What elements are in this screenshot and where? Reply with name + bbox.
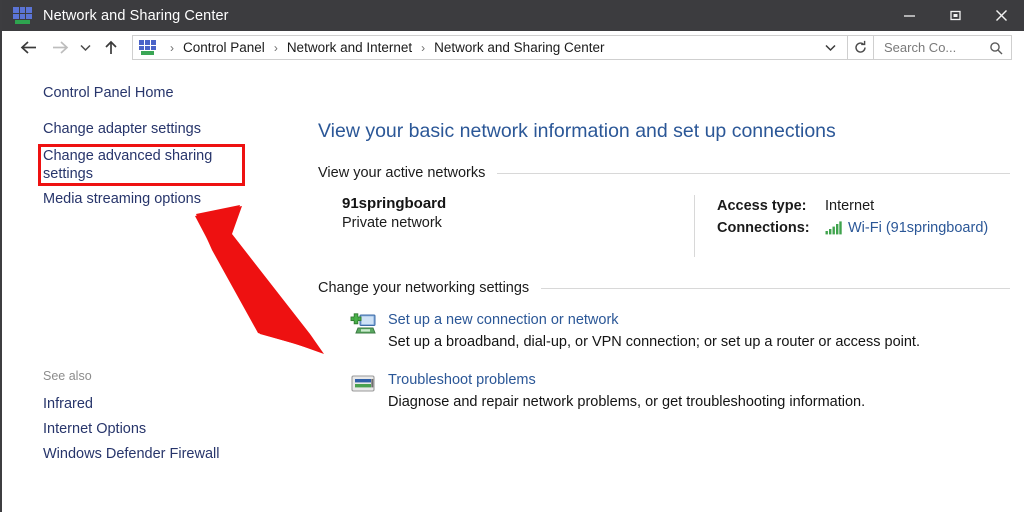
sidebar-item-control-panel-home[interactable]: Control Panel Home (2, 82, 307, 105)
connection-link-wifi[interactable]: Wi-Fi (91springboard) (848, 217, 988, 239)
active-networks-label: View your active networks (318, 165, 485, 181)
divider (497, 173, 1010, 174)
wifi-signal-icon (825, 221, 842, 235)
task-text: Set up a new connection or network Set u… (380, 310, 920, 352)
divider (541, 288, 1010, 289)
access-type-value: Internet (825, 195, 874, 217)
network-icon (139, 40, 156, 55)
networking-settings-section: Change your networking settings (318, 280, 1010, 412)
breadcrumb-separator: › (274, 41, 278, 55)
network-profile-type: Private network (342, 215, 694, 231)
breadcrumb-item-network-and-sharing-center[interactable]: Network and Sharing Center (432, 40, 606, 55)
access-type-label: Access type: (717, 195, 825, 217)
troubleshoot-icon (346, 370, 380, 412)
breadcrumb-item-control-panel[interactable]: Control Panel (181, 40, 267, 55)
networking-settings-label: Change your networking settings (318, 280, 529, 296)
new-connection-icon (346, 310, 380, 352)
networking-settings-section-header: Change your networking settings (318, 280, 1010, 296)
breadcrumb-chevron-down-icon[interactable] (824, 39, 837, 57)
recent-locations-chevron-down-icon[interactable] (74, 35, 96, 61)
access-type-row: Access type: Internet (717, 195, 1010, 217)
network-identity: 91springboard Private network (342, 195, 694, 257)
breadcrumb-separator: › (421, 41, 425, 55)
network-details: Access type: Internet Connections: (694, 195, 1010, 257)
page-title: View your basic network information and … (318, 119, 1010, 143)
breadcrumb[interactable]: › Control Panel › Network and Internet ›… (132, 35, 848, 60)
search-input-value: Search Co... (874, 40, 989, 55)
search-input[interactable]: Search Co... (874, 35, 1012, 60)
window-controls (886, 0, 1024, 31)
navigation-pane: Control Panel Home Change adapter settin… (2, 64, 307, 512)
sidebar-item-media-streaming-options[interactable]: Media streaming options (2, 188, 307, 211)
breadcrumb-separator: › (170, 41, 174, 55)
highlighted-sidebar-group: Change advanced sharing settings (2, 144, 307, 186)
task-description: Diagnose and repair network problems, or… (388, 392, 865, 412)
task-description: Set up a broadband, dial-up, or VPN conn… (388, 332, 920, 352)
see-also-item-infrared[interactable]: Infrared (2, 392, 307, 417)
task-link-setup-new-connection[interactable]: Set up a new connection or network (388, 310, 920, 330)
address-bar: › Control Panel › Network and Internet ›… (2, 31, 1024, 64)
task-text: Troubleshoot problems Diagnose and repai… (380, 370, 865, 412)
up-arrow-icon[interactable] (96, 35, 126, 61)
breadcrumb-item-network-and-internet[interactable]: Network and Internet (285, 40, 414, 55)
refresh-icon[interactable] (848, 35, 874, 60)
network-sharing-center-window: Network and Sharing Center (0, 0, 1024, 512)
minimize-icon[interactable] (886, 0, 932, 31)
maximize-icon[interactable] (932, 0, 978, 31)
back-arrow-icon[interactable] (14, 35, 44, 61)
title-bar: Network and Sharing Center (2, 0, 1024, 31)
active-networks-section-header: View your active networks (318, 165, 1010, 181)
active-network-entry: 91springboard Private network Access typ… (318, 195, 1010, 257)
see-also-item-internet-options[interactable]: Internet Options (2, 417, 307, 442)
connections-label: Connections: (717, 217, 825, 239)
close-icon[interactable] (978, 0, 1024, 31)
search-icon (989, 41, 1003, 55)
window-title: Network and Sharing Center (43, 8, 229, 24)
task-troubleshoot-problems[interactable]: Troubleshoot problems Diagnose and repai… (318, 370, 1010, 412)
task-setup-new-connection[interactable]: Set up a new connection or network Set u… (318, 310, 1010, 352)
see-also-item-windows-defender-firewall[interactable]: Windows Defender Firewall (2, 442, 307, 467)
see-also-label: See also (2, 369, 307, 383)
network-name: 91springboard (342, 195, 694, 212)
sidebar-item-change-adapter-settings[interactable]: Change adapter settings (2, 118, 307, 141)
connections-row: Connections: Wi-Fi (91springboard) (717, 217, 1010, 239)
see-also-section: See also Infrared Internet Options Windo… (2, 369, 307, 467)
sidebar-item-change-advanced-sharing-settings[interactable]: Change advanced sharing settings (38, 144, 245, 186)
task-link-troubleshoot-problems[interactable]: Troubleshoot problems (388, 370, 865, 390)
content-pane: View your basic network information and … (307, 64, 1024, 512)
forward-arrow-icon[interactable] (44, 35, 74, 61)
window-body: Control Panel Home Change adapter settin… (2, 64, 1024, 512)
network-icon (13, 7, 32, 24)
